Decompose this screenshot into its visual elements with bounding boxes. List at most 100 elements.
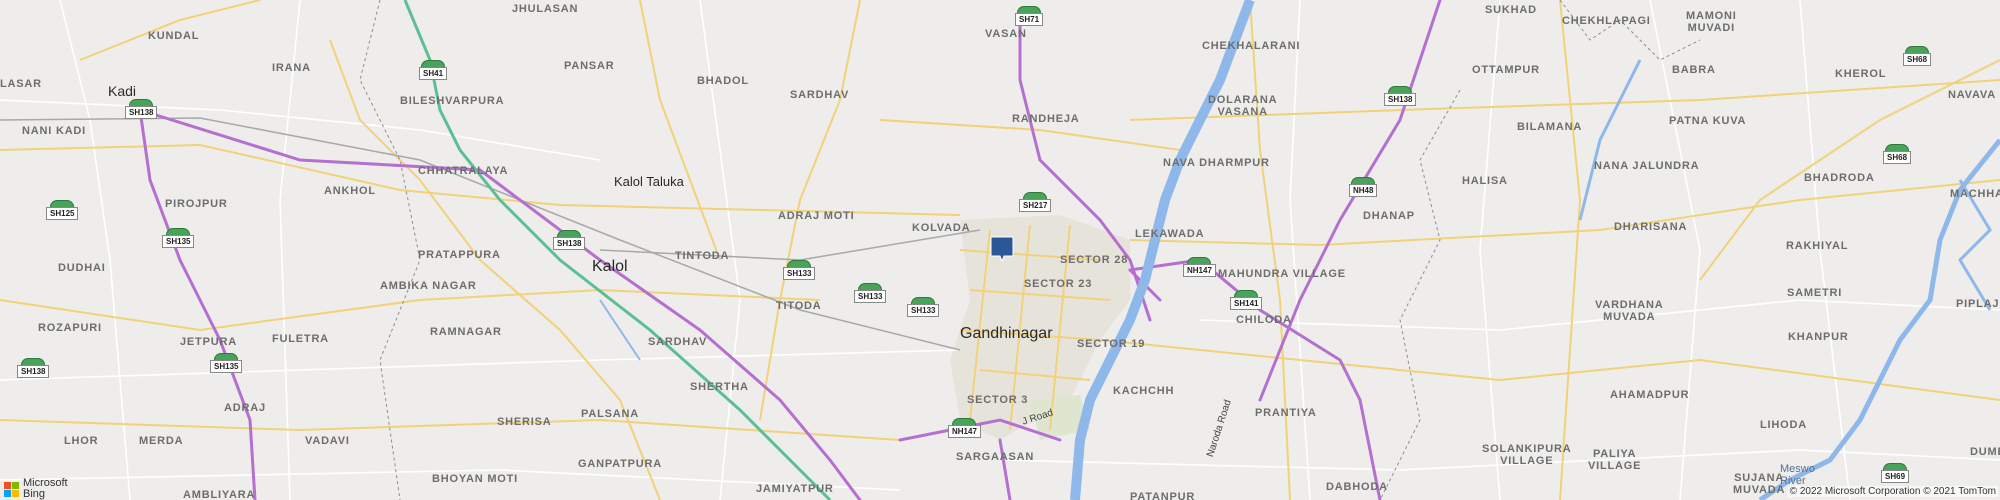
place-label-kolvada: KOLVADA xyxy=(912,222,971,234)
shield-sh217: SH217 xyxy=(1019,192,1052,212)
place-label-kalol: Kalol xyxy=(592,258,628,275)
microsoft-bing-logo[interactable]: Microsoft Bing xyxy=(4,478,68,500)
place-label-sukhad: SUKHAD xyxy=(1485,4,1537,16)
place-label-bhoyan-moti: BHOYAN MOTI xyxy=(432,473,519,485)
place-label-merda: MERDA xyxy=(139,435,184,447)
place-label-ramnagar: RAMNAGAR xyxy=(430,326,502,338)
place-label-ankhol: ANKHOL xyxy=(324,185,376,197)
place-label-chekhalarani: CHEKHALARANI xyxy=(1202,40,1301,52)
place-label-gandhinagar: Gandhinagar xyxy=(960,325,1053,342)
map-canvas[interactable]: KUNDAL LASAR Kadi IRANA JHULASAN PANSAR … xyxy=(0,0,2000,500)
place-label-patanpur: PATANPUR xyxy=(1130,491,1196,500)
logo-text-bing: Bing xyxy=(23,488,46,500)
place-label-samatri: SAMETRI xyxy=(1787,287,1843,299)
place-label-solankipura-village: SOLANKIPURA VILLAGE xyxy=(1482,443,1572,467)
place-label-khanpur: KHANPUR xyxy=(1788,331,1849,343)
place-label-jamiyatpur: JAMIYATPUR xyxy=(756,483,834,495)
place-label-bileshvarpura: BILESHVARPURA xyxy=(400,95,505,107)
place-label-sardhav-north: SARDHAV xyxy=(790,89,850,101)
place-label-chhatralaya: CHHATRALAYA xyxy=(418,165,509,177)
place-label-rozapuri: ROZAPURI xyxy=(38,322,102,334)
place-label-paliya-village: PALIYA VILLAGE xyxy=(1588,448,1642,472)
place-label-dhanap: DHANAP xyxy=(1363,210,1415,222)
shield-sh125: SH125 xyxy=(46,200,79,220)
place-label-prantiya: PRANTIYA xyxy=(1255,407,1317,419)
place-label-shertha: SHERTHA xyxy=(690,381,749,393)
place-label-vadavi: VADAVI xyxy=(305,435,350,447)
place-label-jetpura: JETPURA xyxy=(180,336,237,348)
place-label-sector-28: SECTOR 28 xyxy=(1060,254,1129,266)
place-label-mahundra-village: MAHUNDRA VILLAGE xyxy=(1218,268,1346,280)
shield-sh133-a: SH133 xyxy=(783,260,816,280)
location-pin-shape xyxy=(990,236,1014,263)
place-label-ganpatpura: GANPATPURA xyxy=(578,458,662,470)
place-label-dume: DUME xyxy=(1970,446,2000,458)
place-label-dudhai: DUDHAI xyxy=(58,262,106,274)
shield-nh147-east: NH147 xyxy=(1183,257,1216,277)
place-label-ottampur: OTTAMPUR xyxy=(1472,64,1540,76)
shield-sh138-sw: SH138 xyxy=(17,358,50,378)
place-label-bhadroda: BHADRODA xyxy=(1804,172,1875,184)
place-label-pansar: PANSAR xyxy=(564,60,615,72)
place-label-sherisa: SHERISA xyxy=(497,416,552,428)
place-label-mamoni-muvadi: MAMONI MUVADI xyxy=(1686,10,1737,34)
place-label-dolarana-vasana: DOLARANA VASANA xyxy=(1208,94,1278,118)
place-label-dabhoda: DABHODA xyxy=(1326,481,1388,493)
place-label-lekawada: LEKAWADA xyxy=(1135,228,1205,240)
microsoft-logo-icon xyxy=(4,481,19,497)
place-label-titoda: TITODA xyxy=(776,300,822,312)
place-label-kherol: KHEROL xyxy=(1835,68,1887,80)
place-label-vasan: VASAN xyxy=(985,28,1027,40)
shield-nh147-south: NH147 xyxy=(948,418,981,438)
place-label-ambliyara: AMBLIYARA xyxy=(183,489,256,500)
place-label-navava: NAVAVA xyxy=(1948,89,1996,101)
shield-sh133-c: SH133 xyxy=(907,297,940,317)
shield-sh135-a: SH135 xyxy=(162,228,195,248)
place-label-lihoda: LIHODA xyxy=(1760,419,1807,431)
place-label-palsana: PALSANA xyxy=(581,408,639,420)
place-label-kundal: KUNDAL xyxy=(148,30,200,42)
place-label-irana: IRANA xyxy=(272,62,311,74)
shield-sh69: SH69 xyxy=(1881,463,1910,483)
shield-sh138-east: SH138 xyxy=(1384,86,1417,106)
place-label-kadi: Kadi xyxy=(108,83,137,99)
place-label-lasar: LASAR xyxy=(0,78,42,90)
location-pin-icon[interactable] xyxy=(990,236,1014,263)
place-label-fuletra: FULETRA xyxy=(272,333,329,345)
place-label-sujana-muvada: SUJANA MUVADA xyxy=(1733,472,1786,496)
shield-sh138-kadi: SH138 xyxy=(125,99,158,119)
place-label-rakhiyal: RAKHIYAL xyxy=(1786,240,1849,252)
place-label-sector-19: SECTOR 19 xyxy=(1077,338,1146,350)
place-label-piplaj: PIPLAJ xyxy=(1956,298,2000,310)
shield-sh138-kalol: SH138 xyxy=(553,230,586,250)
place-label-kalol-taluka: Kalol Taluka xyxy=(614,174,684,189)
place-label-bhadol: BHADOL xyxy=(697,75,749,87)
shield-sh71: SH71 xyxy=(1015,6,1044,26)
shield-nh48: NH48 xyxy=(1349,177,1378,197)
place-label-adraj-moti: ADRAJ MOTI xyxy=(778,210,855,222)
place-label-pirojpur: PIROJPUR xyxy=(165,198,228,210)
place-label-sargaasan: SARGAASAN xyxy=(956,451,1035,463)
map-copyright: © 2022 Microsoft Corporation © 2021 TomT… xyxy=(1787,486,1998,497)
place-label-kachchh: KACHCHH xyxy=(1113,385,1175,397)
place-label-vardhana-muvada: VARDHANA MUVADA xyxy=(1595,299,1664,323)
place-label-dharisana: DHARISANA xyxy=(1614,221,1688,233)
place-label-ahamadpur: AHAMADPUR xyxy=(1610,389,1690,401)
place-label-patna-kuva: PATNA KUVA xyxy=(1669,115,1747,127)
place-label-adraj: ADRAJ xyxy=(224,402,266,414)
place-label-tintoda: TINTODA xyxy=(675,250,730,262)
place-label-randheja: RANDHEJA xyxy=(1012,113,1080,125)
place-label-machha: MACHHA xyxy=(1950,188,2000,200)
place-label-sector-3: SECTOR 3 xyxy=(967,394,1029,406)
place-label-chekhlapagi: CHEKHLAPAGI xyxy=(1562,15,1651,27)
shield-sh41: SH41 xyxy=(419,60,448,80)
place-label-ambika-nagar: AMBIKA NAGAR xyxy=(380,280,477,292)
place-label-bilamana: BILAMANA xyxy=(1517,121,1583,133)
place-label-nani-kadi: NANI KADI xyxy=(22,125,87,137)
shield-sh133-b: SH133 xyxy=(854,283,887,303)
place-label-sector-23: SECTOR 23 xyxy=(1024,278,1093,290)
shield-sh135-b: SH135 xyxy=(210,353,243,373)
place-label-pratappura: PRATAPPURA xyxy=(418,249,501,261)
shield-sh68-e: SH68 xyxy=(1883,144,1912,164)
place-label-jhulasan: JHULASAN xyxy=(512,3,579,15)
